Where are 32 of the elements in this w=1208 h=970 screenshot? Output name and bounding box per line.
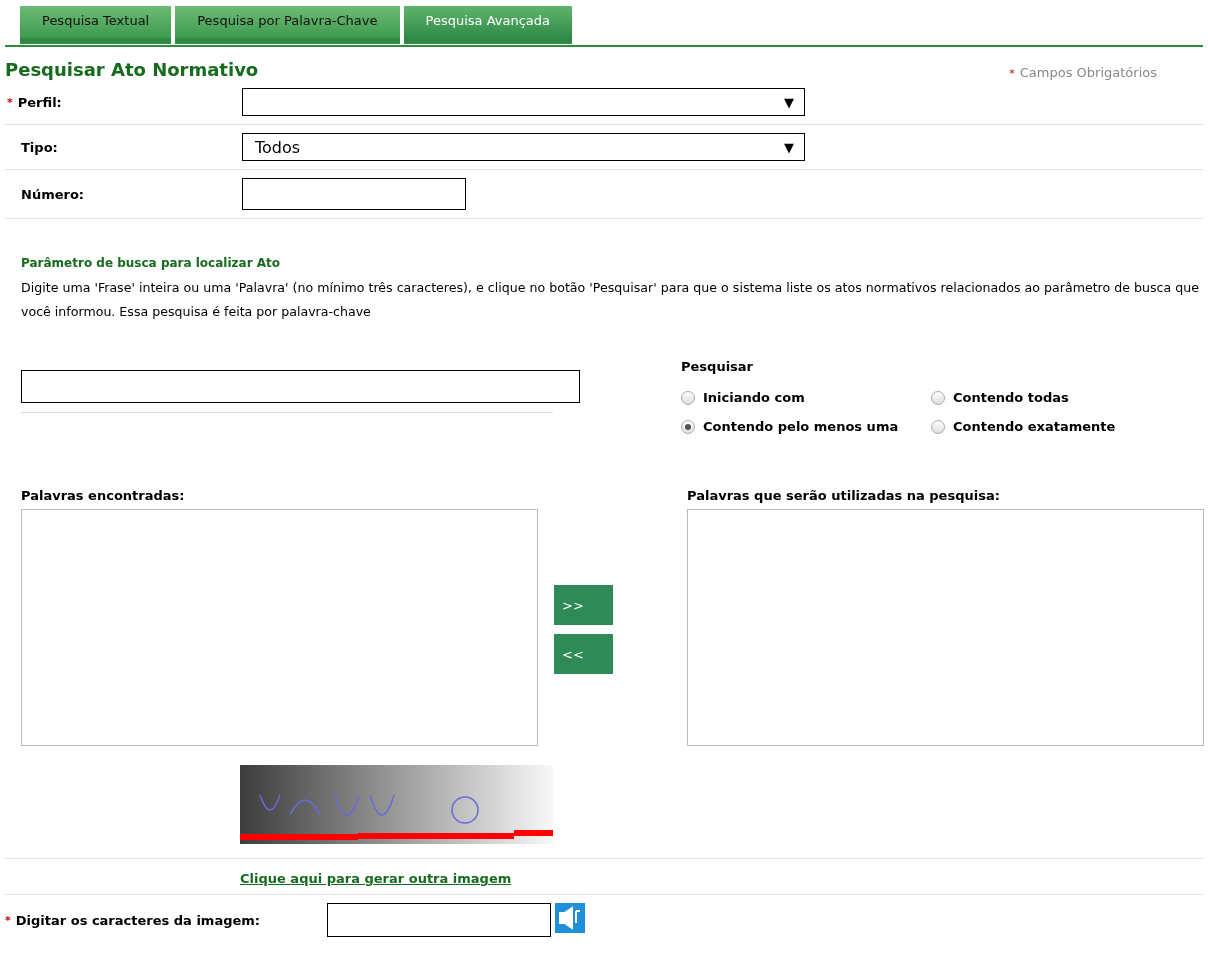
dropdown-arrow: ▼ — [784, 139, 794, 155]
dropdown-value: Todos — [255, 137, 301, 157]
field-label: Perfil: — [17, 94, 62, 110]
input-field[interactable] — [242, 178, 466, 210]
radio-option[interactable]: Contendo pelo menos uma — [681, 419, 931, 434]
radio-option[interactable]: Contendo exatamente — [931, 419, 1131, 434]
tab[interactable]: Pesquisa por Palavra-Chave — [175, 6, 400, 44]
field-label: Tipo: — [21, 139, 58, 155]
dropdown-arrow: ▼ — [784, 94, 794, 110]
move-button[interactable]: << — [554, 634, 613, 674]
field-label: Digitar os caracteres da imagem: — [15, 913, 261, 928]
required-mark: * — [7, 95, 13, 109]
required-mark: * — [1009, 67, 1015, 80]
page-title: Pesquisar Ato Normativo — [5, 59, 259, 80]
refresh-link[interactable]: Clique aqui para gerar outra imagem — [240, 871, 512, 886]
move-button[interactable]: >> — [554, 585, 613, 625]
required-mark: * — [5, 914, 11, 927]
input-field[interactable] — [327, 903, 551, 937]
dropdown[interactable]: ▼ — [242, 88, 805, 116]
dropdown[interactable]: Todos ▼ — [242, 133, 805, 161]
required-note: Campos Obrigatórios — [1019, 65, 1157, 80]
search-field[interactable] — [21, 370, 580, 403]
section-heading: Parâmetro de busca para localizar Ato — [21, 256, 281, 270]
list-label: Palavras que serão utilizadas na pesquisa: — [687, 488, 1001, 503]
radio-option[interactable]: Iniciando com — [681, 390, 931, 405]
speaker-icon[interactable] — [555, 903, 585, 933]
radio-group-title: Pesquisar — [681, 359, 755, 374]
list-label: Palavras encontradas: — [21, 488, 186, 503]
description-text: Digite uma 'Frase' inteira ou uma 'Palavra' (no mínimo três caracteres), e clique no botão 'Pesquisar' para que o sistema liste os atos normativos relacionados ao parâmetro de busca que você informou. Essa pesquisa é feita por palavra-chave — [21, 279, 1200, 321]
tab[interactable]: Pesquisa Textual — [20, 6, 172, 44]
field-label: Número: — [21, 186, 85, 202]
radio-option[interactable]: Contendo todas — [931, 390, 1131, 405]
